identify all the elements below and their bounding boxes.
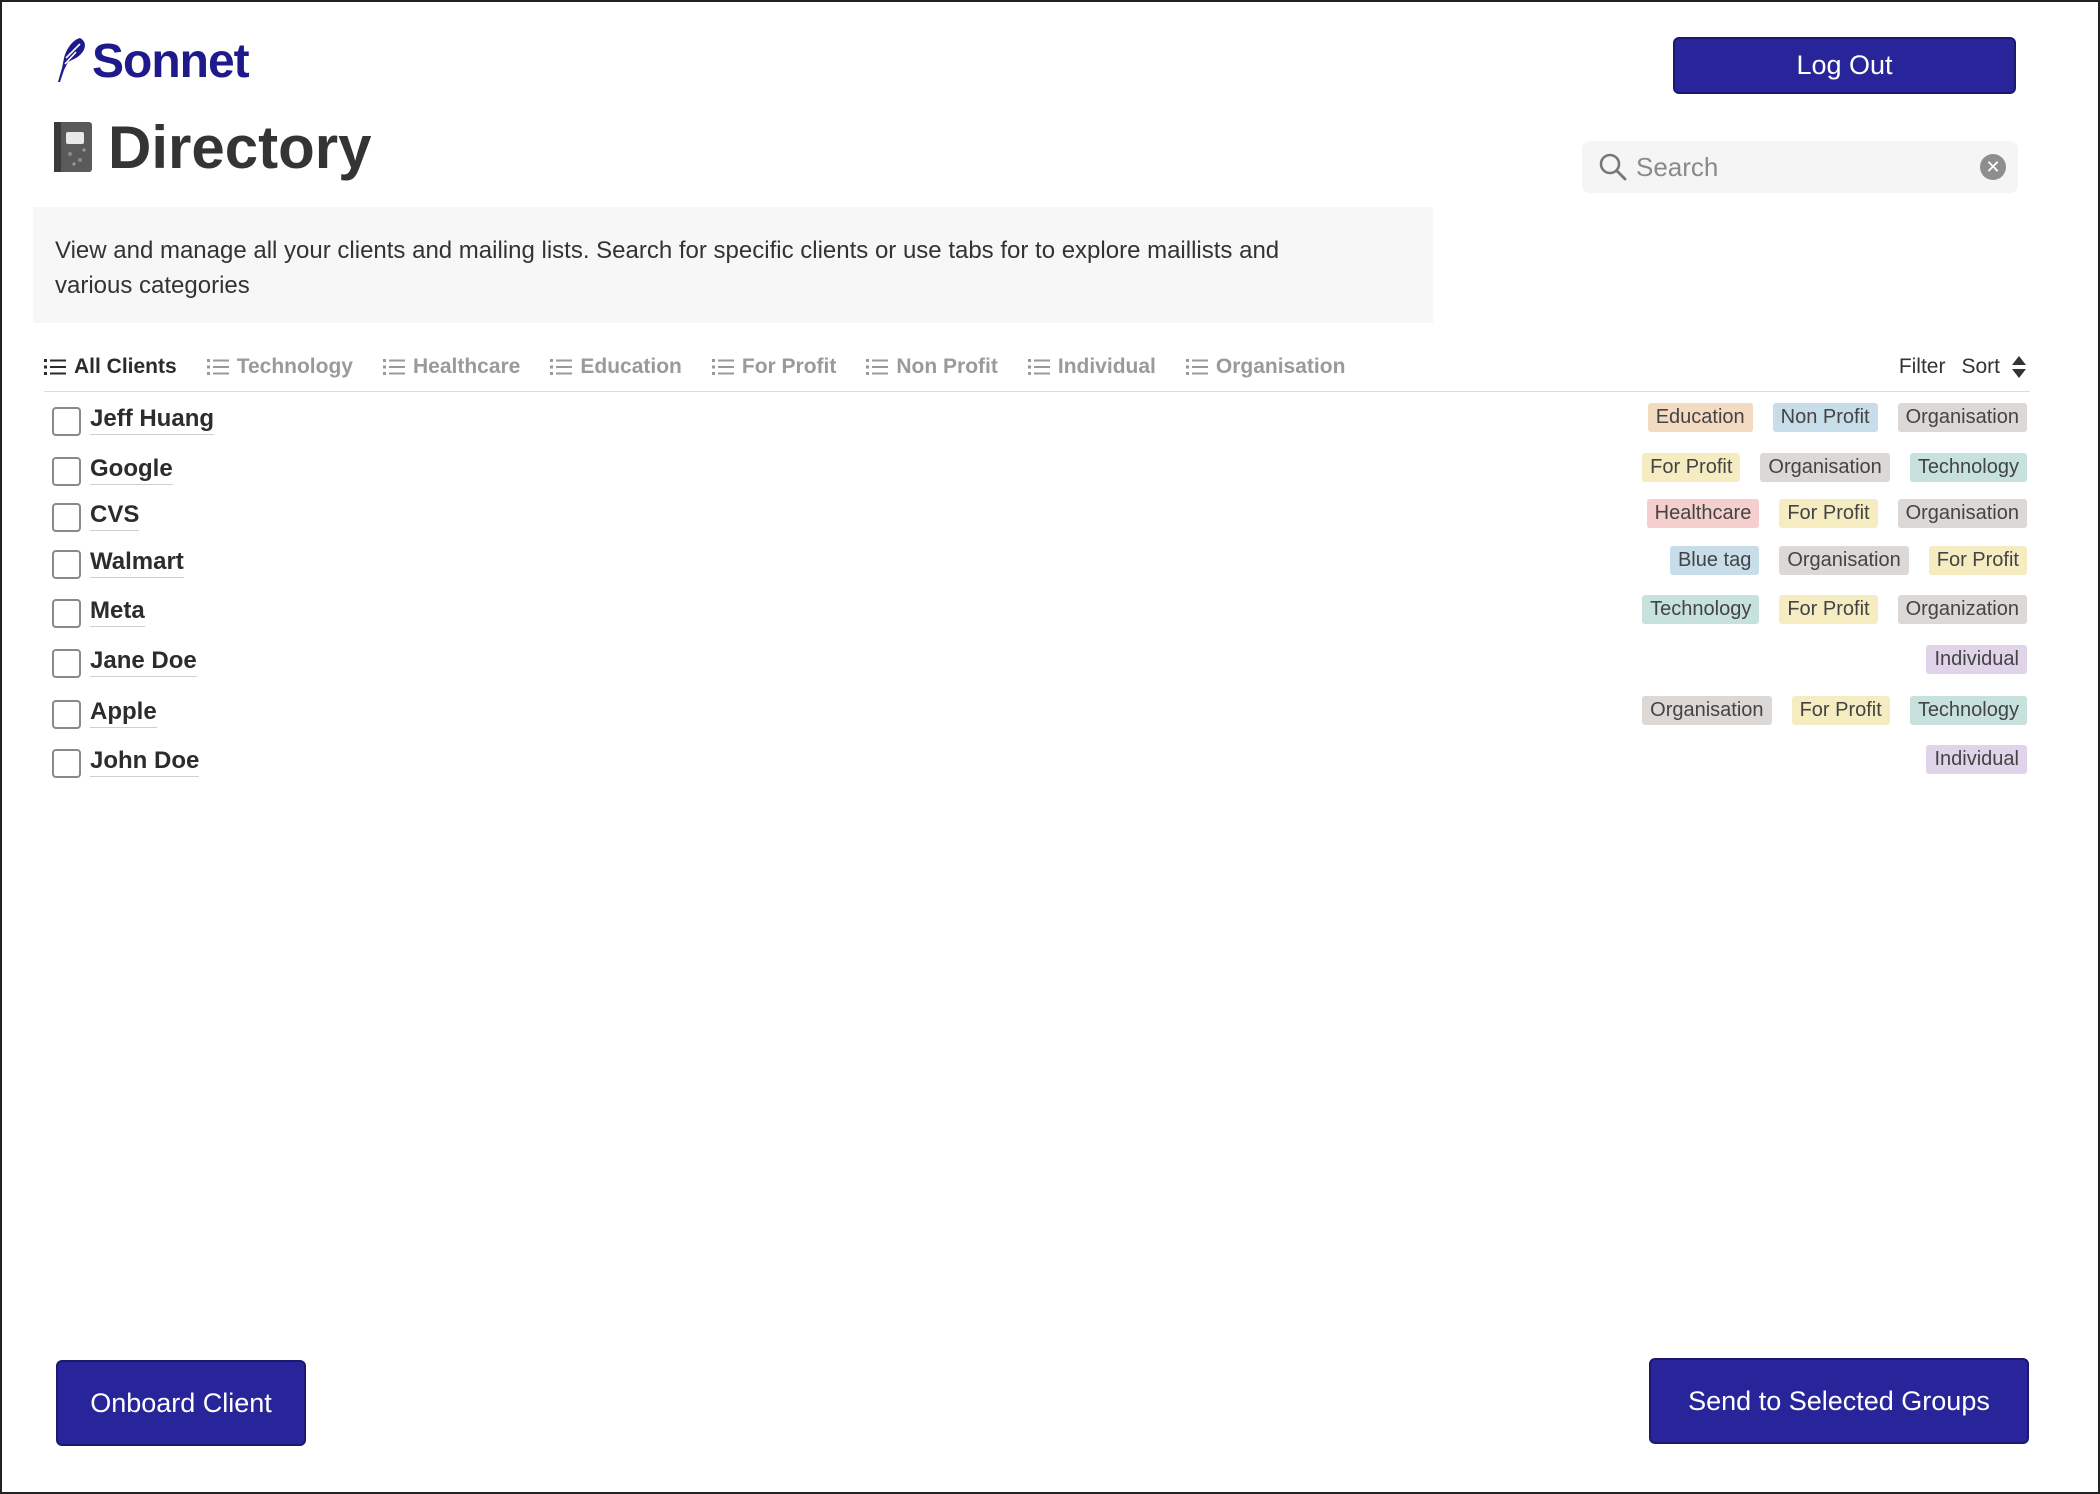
client-row: Google For Profit Organisation Technology [50,453,2030,489]
tag-badge: Technology [1909,696,2027,725]
search-input[interactable] [1636,147,1980,187]
tag-badge: For Profit [1928,546,2027,575]
client-row: Walmart Blue tag Organisation For Profit [50,546,2030,582]
client-checkbox[interactable] [52,749,81,778]
client-tags: Healthcare For Profit Organisation [1627,499,2027,528]
client-checkbox[interactable] [52,599,81,628]
tag-badge: Technology [1642,595,1760,624]
client-checkbox[interactable] [52,503,81,532]
client-row: CVS Healthcare For Profit Organisation [50,499,2030,535]
tag-badge: For Profit [1642,453,1741,482]
client-tags: For Profit Organisation Technology [1622,453,2027,482]
tab-for-profit[interactable]: For Profit [711,355,837,379]
tag-badge: For Profit [1779,499,1878,528]
tab-non-profit[interactable]: Non Profit [866,355,998,379]
client-name[interactable]: Apple [90,698,157,728]
tab-organisation[interactable]: Organisation [1185,355,1346,379]
tab-label: Healthcare [412,355,521,378]
client-checkbox[interactable] [52,649,81,678]
client-row: Apple Organisation For Profit Technology [50,696,2030,732]
client-name[interactable]: Jeff Huang [90,405,215,435]
client-tags: Blue tag Organisation For Profit [1650,546,2027,575]
list-icon [866,359,889,375]
tab-label: All Clients [74,355,177,378]
client-name[interactable]: CVS [90,501,140,531]
list-icon [1027,359,1050,375]
tag-badge: Non Profit [1772,403,1878,432]
client-tags: Organisation For Profit Technology [1622,696,2027,725]
search-box: ✕ [1582,141,2018,193]
notebook-icon [54,122,92,172]
tab-education[interactable]: Education [550,355,682,379]
tab-label: Individual [1057,355,1156,378]
client-checkbox[interactable] [52,457,81,486]
client-row: Meta Technology For Profit Organization [50,595,2030,631]
tab-label: Organisation [1215,355,1346,378]
page-header: Directory [50,112,371,182]
tab-label: For Profit [741,355,837,378]
send-to-selected-groups-button[interactable]: Send to Selected Groups [1649,1358,2029,1444]
client-row: Jeff Huang Education Non Profit Organisatio… [50,403,2030,439]
tag-badge: Organisation [1642,696,1772,725]
onboard-client-button[interactable]: Onboard Client [56,1360,306,1446]
logout-button[interactable]: Log Out [1673,37,2016,94]
list-icon [206,359,229,375]
client-name[interactable]: John Doe [90,747,200,777]
client-name[interactable]: Meta [90,597,145,627]
client-checkbox[interactable] [52,700,81,729]
tag-badge: For Profit [1779,595,1878,624]
client-checkbox[interactable] [52,550,81,579]
tab-all-clients[interactable]: All Clients [44,355,177,379]
client-row: John Doe Individual [50,745,2030,781]
tag-badge: Individual [1926,645,2027,674]
sonnet-logo: Sonnet [50,34,250,88]
tab-healthcare[interactable]: Healthcare [382,355,521,379]
list-tools: Filter Sort [1883,352,2028,382]
tag-badge: Organisation [1760,453,1890,482]
tab-label: Non Profit [896,355,998,378]
list-icon [550,359,573,375]
list-icon [44,359,66,375]
clear-search-icon[interactable]: ✕ [1980,154,2006,180]
tab-label: Technology [236,355,353,378]
tag-badge: Education [1647,403,1753,432]
tab-label: Education [580,355,682,378]
sort-button[interactable]: Sort [1961,355,2000,379]
tag-badge: Individual [1926,745,2027,774]
filter-button[interactable]: Filter [1899,355,1946,379]
tag-badge: Organization [1897,595,2027,624]
search-icon [1599,153,1627,181]
list-icon [1185,359,1208,375]
tag-badge: Organisation [1897,403,2027,432]
list-icon [382,359,405,375]
client-name[interactable]: Google [90,455,173,485]
client-row: Jane Doe Individual [50,645,2030,681]
client-name[interactable]: Jane Doe [90,647,197,677]
logo-text: Sonnet [92,34,250,88]
category-tabs: All Clients Technology Healthcare Educat… [44,352,1375,382]
tag-badge: Healthcare [1646,499,1760,528]
client-tags: Technology For Profit Organization [1622,595,2027,624]
client-tags: Education Non Profit Organisation [1628,403,2027,432]
tag-badge: Organisation [1779,546,1909,575]
tab-technology[interactable]: Technology [206,355,353,379]
client-tags: Individual [1906,745,2027,774]
tag-badge: Organisation [1897,499,2027,528]
page-title: Directory [108,113,372,181]
client-tags: Individual [1906,645,2027,674]
client-checkbox[interactable] [52,407,81,436]
tag-badge: For Profit [1791,696,1890,725]
tag-badge: Blue tag [1669,546,1760,575]
description-text: View and manage all your clients and mai… [55,237,1280,299]
tabs-divider [44,391,2030,392]
list-icon [711,359,734,375]
description-panel: View and manage all your clients and mai… [33,207,1433,323]
client-name[interactable]: Walmart [90,548,184,578]
tag-badge: Technology [1909,453,2027,482]
tab-individual[interactable]: Individual [1027,355,1156,379]
sort-arrows-icon[interactable] [2010,354,2028,380]
quill-icon [58,38,85,82]
